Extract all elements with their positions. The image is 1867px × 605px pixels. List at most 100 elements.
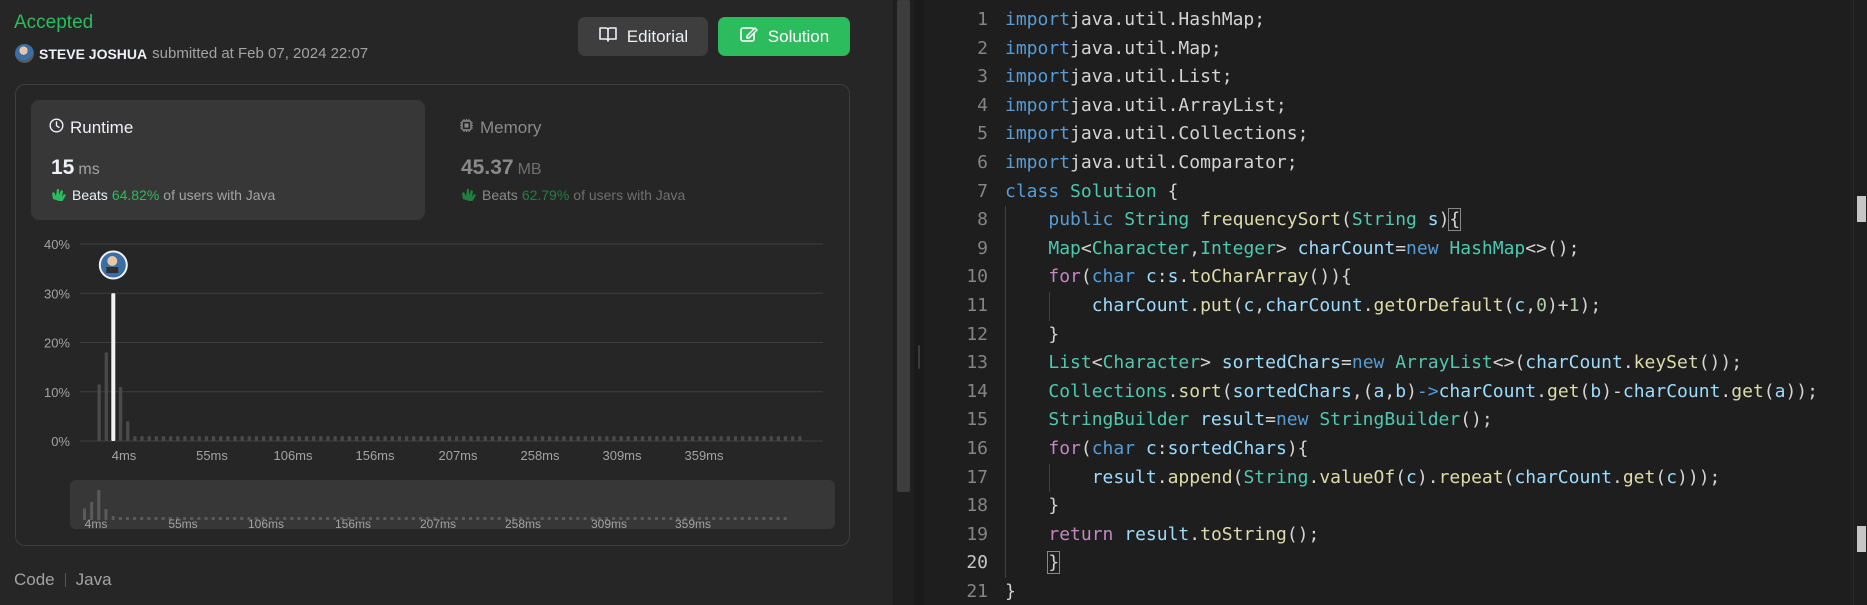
username-link[interactable]: STEVE JOSHUA (39, 46, 147, 62)
bar[interactable] (240, 436, 244, 441)
editor-scrollbar[interactable] (1853, 0, 1867, 605)
code-line[interactable]: 9 Map<Character,Integer> charCount=new H… (924, 235, 1867, 264)
bar[interactable] (619, 436, 623, 441)
bar[interactable] (712, 436, 716, 441)
bar[interactable] (605, 436, 609, 441)
bar[interactable] (598, 436, 602, 441)
avatar[interactable] (15, 44, 34, 63)
bar[interactable] (533, 436, 537, 441)
bar[interactable] (540, 436, 545, 441)
bar[interactable] (169, 436, 173, 441)
bar[interactable] (762, 436, 766, 441)
bar[interactable] (269, 436, 273, 441)
bar[interactable] (369, 436, 373, 441)
bar[interactable] (312, 436, 316, 441)
runtime-distribution-chart[interactable]: 40% 30% 20% 10% 0% 4ms 55ms 106ms 156ms 207ms 258m… (28, 232, 828, 472)
bar[interactable] (769, 436, 773, 441)
code-text[interactable]: importjava.util.Comparator; (1005, 149, 1298, 178)
code-line[interactable]: 5 importjava.util.Collections; (924, 120, 1867, 149)
bar[interactable] (612, 436, 616, 441)
bar[interactable] (476, 436, 480, 441)
code-line[interactable]: 11 charCount.put(c,charCount.getOrDefaul… (924, 292, 1867, 321)
bar[interactable] (397, 436, 402, 441)
bar[interactable] (226, 436, 230, 441)
memory-metric[interactable]: Memory 45.37 MB Beats 62.79% of users wit… (441, 100, 835, 220)
bar[interactable] (219, 436, 223, 441)
bar[interactable] (791, 436, 795, 441)
bar[interactable] (655, 436, 659, 441)
bar[interactable] (261, 436, 266, 441)
bar[interactable] (497, 436, 502, 441)
bar[interactable] (197, 436, 201, 441)
code-text[interactable]: Map<Character,Integer> charCount=new Has… (1005, 235, 1579, 264)
code-text[interactable]: } (1005, 321, 1059, 350)
code-line[interactable]: 19 return result.toString(); (924, 521, 1867, 550)
bar[interactable] (705, 436, 709, 441)
bar[interactable] (433, 436, 437, 441)
runtime-metric[interactable]: Runtime 15 ms Beats 64.82% of users with … (31, 100, 425, 220)
bar[interactable] (755, 436, 759, 441)
bar[interactable] (283, 436, 287, 441)
bar[interactable] (176, 436, 180, 441)
code-text[interactable]: importjava.util.ArrayList; (1005, 92, 1287, 121)
code-line[interactable]: 10 for(char c:s.toCharArray()){ (924, 263, 1867, 292)
bar[interactable] (362, 436, 366, 441)
code-text[interactable]: List<Character> sortedChars=new ArrayLis… (1005, 349, 1742, 378)
bar[interactable] (161, 436, 166, 441)
bar[interactable] (569, 436, 573, 441)
scrollbar-thumb[interactable] (897, 0, 910, 492)
bar[interactable] (140, 436, 144, 441)
bar[interactable] (798, 436, 802, 441)
code-text[interactable]: importjava.util.Map; (1005, 35, 1222, 64)
bar[interactable] (276, 436, 280, 441)
bar[interactable] (211, 436, 216, 441)
bar[interactable] (340, 436, 344, 441)
bar[interactable] (419, 436, 423, 441)
bar[interactable] (347, 436, 352, 441)
code-text[interactable]: importjava.util.HashMap; (1005, 6, 1265, 35)
bar[interactable] (290, 436, 294, 441)
code-text[interactable]: for(char c:sortedChars){ (1005, 435, 1308, 464)
code-line[interactable]: 18 } (924, 492, 1867, 521)
avatar[interactable] (98, 250, 128, 280)
code-line[interactable]: 20 } (924, 549, 1867, 578)
code-line[interactable]: 16 for(char c:sortedChars){ (924, 435, 1867, 464)
bar[interactable] (426, 436, 430, 441)
code-text[interactable]: importjava.util.List; (1005, 63, 1233, 92)
bar[interactable] (447, 436, 452, 441)
bar[interactable] (462, 436, 466, 441)
bar[interactable] (104, 352, 108, 441)
code-text[interactable]: } (1005, 549, 1061, 578)
bar[interactable] (555, 436, 559, 441)
bar[interactable] (304, 436, 309, 441)
bar[interactable] (412, 436, 416, 441)
bar[interactable] (190, 436, 194, 441)
bar[interactable] (733, 436, 738, 441)
bar[interactable] (133, 436, 137, 441)
solution-button[interactable]: Solution (718, 17, 850, 56)
bar[interactable] (118, 386, 123, 441)
code-text[interactable]: importjava.util.Collections; (1005, 120, 1308, 149)
code-line[interactable]: 12 } (924, 321, 1867, 350)
code-text[interactable]: return result.toString(); (1005, 521, 1319, 550)
bar[interactable] (147, 436, 151, 441)
bar[interactable] (690, 436, 695, 441)
bar[interactable] (547, 436, 552, 441)
bar[interactable] (154, 436, 158, 441)
bar[interactable] (526, 436, 530, 441)
code-line[interactable]: 17 result.append(String.valueOf(c).repea… (924, 464, 1867, 493)
bar[interactable] (490, 436, 495, 441)
code-line[interactable]: 6 importjava.util.Comparator; (924, 149, 1867, 178)
bar[interactable] (783, 436, 788, 441)
bar[interactable] (483, 436, 487, 441)
bar[interactable] (576, 436, 580, 441)
bar-current[interactable] (111, 293, 116, 441)
code-line[interactable]: 13 List<Character> sortedChars=new Array… (924, 349, 1867, 378)
bar[interactable] (683, 436, 688, 441)
bar[interactable] (390, 436, 394, 441)
bar[interactable] (376, 436, 380, 441)
code-line[interactable]: 21} (924, 578, 1867, 605)
bar[interactable] (440, 436, 444, 441)
code-line[interactable]: 2 importjava.util.Map; (924, 35, 1867, 64)
code-line[interactable]: 14 Collections.sort(sortedChars,(a,b)->c… (924, 378, 1867, 407)
